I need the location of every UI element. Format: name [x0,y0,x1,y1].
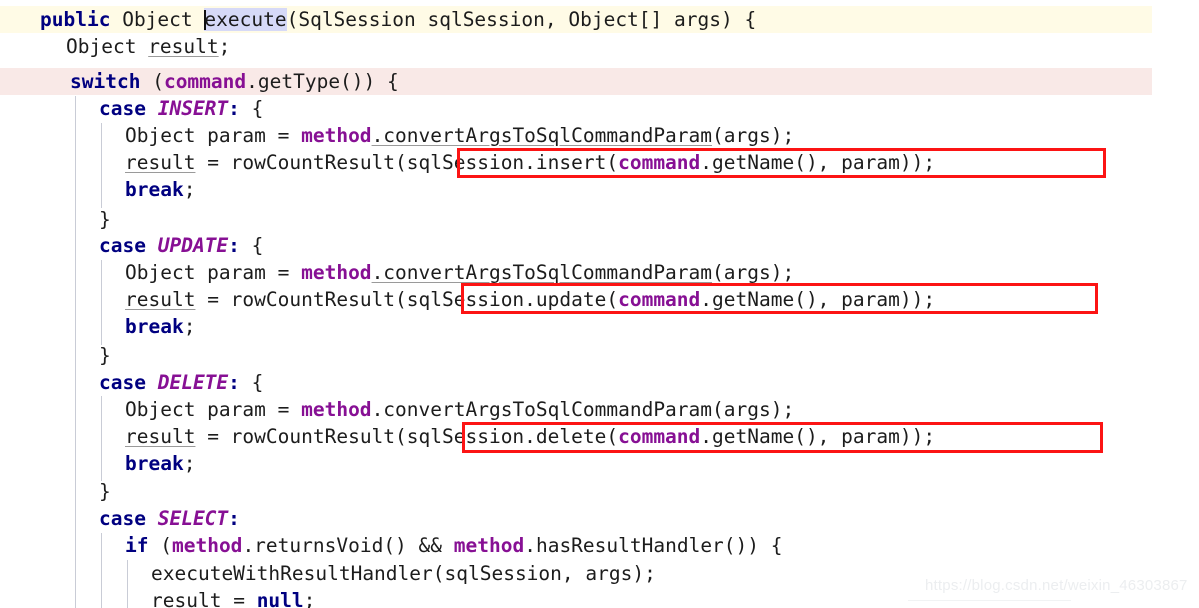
code-line-10-text: result = rowCountResult(sqlSession.updat… [125,288,936,311]
code-line-18[interactable]: case SELECT: [0,505,1199,532]
code-line-12[interactable]: } [0,342,1199,369]
code-line-18-text: case SELECT: [99,507,240,530]
code-line-7-text: } [99,208,111,231]
code-line-8-text: case UPDATE: { [99,234,264,257]
code-line-4-text: Object param = method.convertArgsToSqlCo… [125,124,795,147]
code-line-19-text: if (method.returnsVoid() && method.hasRe… [125,534,783,557]
code-line-3-text: case INSERT: { [99,97,264,120]
code-line-21-text: result = null; [151,589,316,608]
code-line-14[interactable]: Object param = method.convertArgsToSqlCo… [0,396,1199,423]
code-line-9[interactable]: Object param = method.convertArgsToSqlCo… [0,259,1199,286]
code-line-17-text: } [99,480,111,503]
code-line-5-text: result = rowCountResult(sqlSession.inser… [125,151,936,174]
watermark-underline [908,600,1071,601]
code-line-11[interactable]: break; [0,313,1199,340]
code-editor-surface[interactable]: public Object execute(SqlSession sqlSess… [0,0,1199,608]
code-line-2[interactable]: switch (command.getType()) { [0,68,1199,95]
code-line-16[interactable]: break; [0,450,1199,477]
code-line-8[interactable]: case UPDATE: { [0,232,1199,259]
code-line-7[interactable]: } [0,206,1199,233]
code-line-13[interactable]: case DELETE: { [0,369,1199,396]
code-line-5[interactable]: result = rowCountResult(sqlSession.inser… [0,149,1199,176]
code-line-1[interactable]: Object result; [0,33,1199,60]
code-line-6-text: break; [125,178,196,201]
code-line-1-text: Object result; [66,35,231,58]
code-line-9-text: Object param = method.convertArgsToSqlCo… [125,261,795,284]
watermark-url: https://blog.csdn.net/weixin_46303867 [925,577,1188,594]
code-line-0-text: public Object execute(SqlSession sqlSess… [40,8,757,31]
code-line-13-text: case DELETE: { [99,371,264,394]
code-line-2-text: switch (command.getType()) { [70,70,399,93]
code-line-20-text: executeWithResultHandler(sqlSession, arg… [151,562,656,585]
code-line-17[interactable]: } [0,478,1199,505]
code-line-14-text: Object param = method.convertArgsToSqlCo… [125,398,795,421]
code-line-12-text: } [99,344,111,367]
code-line-10[interactable]: result = rowCountResult(sqlSession.updat… [0,286,1199,313]
code-line-4[interactable]: Object param = method.convertArgsToSqlCo… [0,122,1199,149]
code-screenshot: public Object execute(SqlSession sqlSess… [0,0,1199,608]
code-line-16-text: break; [125,452,196,475]
code-line-15[interactable]: result = rowCountResult(sqlSession.delet… [0,423,1199,450]
code-line-19[interactable]: if (method.returnsVoid() && method.hasRe… [0,532,1199,559]
code-line-11-text: break; [125,315,196,338]
code-line-6[interactable]: break; [0,176,1199,203]
code-line-3[interactable]: case INSERT: { [0,95,1199,122]
code-line-15-text: result = rowCountResult(sqlSession.delet… [125,425,936,448]
code-line-0[interactable]: public Object execute(SqlSession sqlSess… [0,6,1199,33]
